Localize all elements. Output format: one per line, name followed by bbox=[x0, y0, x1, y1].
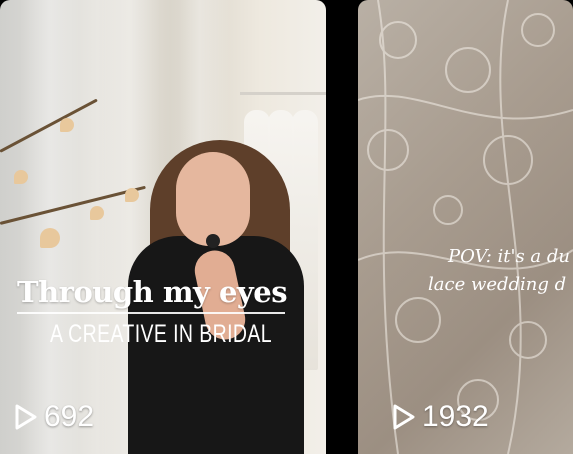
person-face bbox=[176, 152, 250, 246]
curtain bbox=[20, 0, 80, 454]
flower bbox=[60, 118, 74, 132]
video-subtitle: A CREATIVE IN BRIDAL bbox=[50, 320, 272, 348]
video-card-2[interactable]: 1932 bbox=[358, 0, 573, 454]
microphone bbox=[206, 234, 220, 248]
overlay-caption-line-2: lace wedding d bbox=[428, 274, 567, 295]
flower bbox=[125, 188, 139, 202]
play-icon bbox=[393, 404, 415, 430]
view-count: 692 bbox=[14, 400, 94, 434]
view-count: 1932 bbox=[392, 400, 489, 434]
lace-pattern bbox=[358, 0, 573, 454]
play-icon bbox=[15, 404, 37, 430]
title-divider bbox=[17, 312, 285, 314]
flower bbox=[90, 206, 104, 220]
flower bbox=[14, 170, 28, 184]
view-count-value: 692 bbox=[44, 400, 95, 433]
video-card-1[interactable]: Through my eyes A CREATIVE IN BRIDAL 692 bbox=[0, 0, 326, 454]
flower bbox=[40, 228, 60, 248]
view-count-value: 1932 bbox=[422, 400, 489, 433]
video-title: Through my eyes bbox=[17, 275, 288, 309]
clothing-rack bbox=[240, 92, 326, 95]
overlay-caption-line-1: POV: it's a du bbox=[448, 246, 570, 267]
